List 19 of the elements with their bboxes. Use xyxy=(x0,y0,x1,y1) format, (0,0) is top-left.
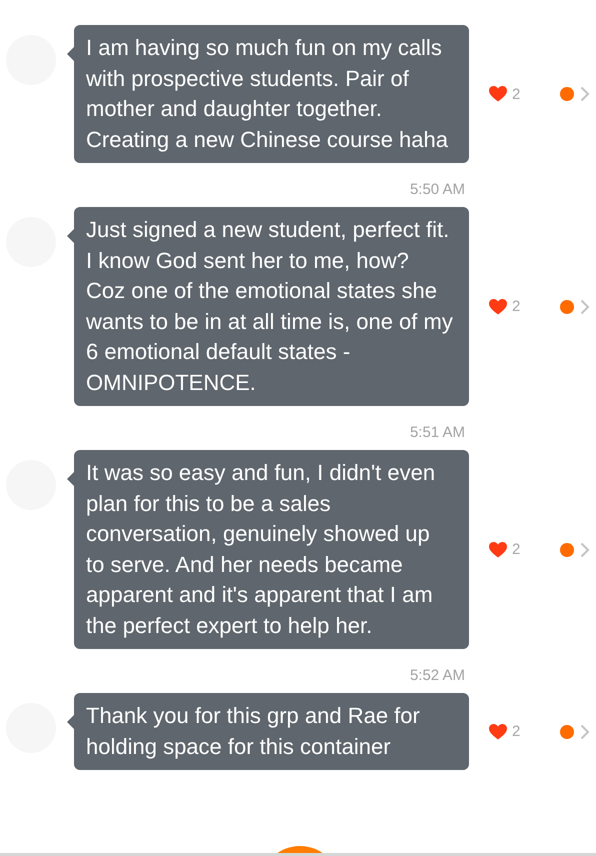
heart-icon[interactable] xyxy=(489,542,507,558)
like-count: 2 xyxy=(512,298,522,315)
dot-icon xyxy=(560,87,574,101)
chevron-right-icon[interactable] xyxy=(580,86,590,102)
timestamp: 5:52 AM xyxy=(408,667,465,684)
heart-icon[interactable] xyxy=(489,298,507,314)
timestamp: 5:50 AM xyxy=(408,181,465,198)
dot-icon xyxy=(560,300,574,314)
chevron-right-icon[interactable] xyxy=(580,298,590,314)
heart-icon[interactable] xyxy=(489,724,507,740)
dot-icon xyxy=(560,724,574,738)
timestamp: 5:51 AM xyxy=(408,424,465,441)
heart-icon[interactable] xyxy=(489,86,507,102)
chevron-right-icon[interactable] xyxy=(580,724,590,740)
chevron-right-icon[interactable] xyxy=(580,542,590,558)
like-count: 2 xyxy=(512,86,522,102)
dot-icon xyxy=(560,542,574,556)
like-count: 2 xyxy=(512,541,522,558)
like-count: 2 xyxy=(512,723,522,740)
